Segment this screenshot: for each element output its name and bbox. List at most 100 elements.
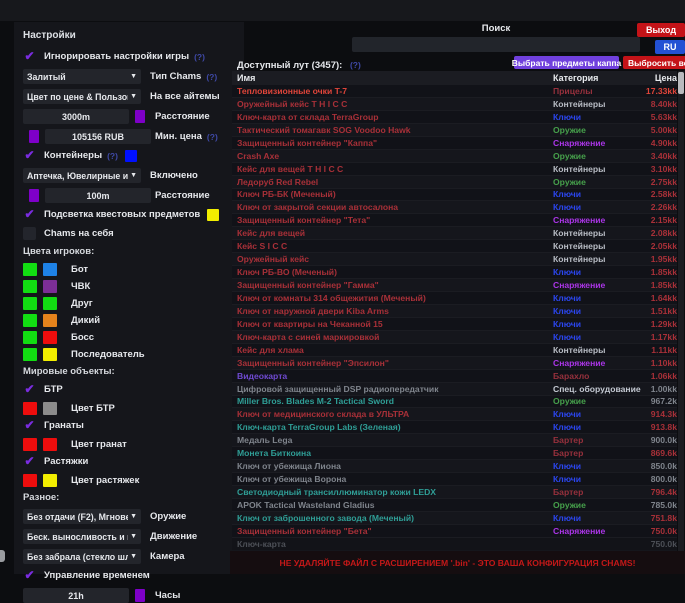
chevron-down-icon: ▼ [130, 73, 137, 80]
green-color-swatch[interactable] [23, 263, 37, 276]
table-row[interactable]: Ключ-карта от склада TerraGroupКлючи5.63… [232, 111, 677, 124]
red-color-swatch[interactable] [23, 474, 37, 487]
dropdown[interactable]: Без отдачи (F2), Мгновенное п▼ [23, 509, 141, 524]
table-row[interactable]: Ключ РБ-ВО (Меченый)Ключи1.85kk [232, 266, 677, 279]
table-row[interactable]: Ключ-карта750.0k [232, 538, 677, 551]
orange-color-swatch[interactable] [43, 314, 57, 327]
pmcpurple-color-swatch[interactable] [43, 280, 57, 293]
setting-label: Бот [71, 264, 88, 275]
item-category: Ключи [553, 202, 625, 212]
table-row[interactable]: Кейс для хламаКонтейнеры1.11kk [232, 344, 677, 357]
dropdown[interactable]: Залитый▼ [23, 69, 141, 84]
drop-all-button[interactable]: Выбросить все [623, 56, 685, 69]
text-input[interactable]: 21h [23, 588, 129, 603]
dropdown[interactable]: Беск. выносливость и нет уста▼ [23, 529, 141, 544]
scrollbar[interactable] [678, 71, 684, 551]
table-row[interactable]: Защищенный контейнер "Бета"Снаряжение750… [232, 525, 677, 538]
table-row[interactable]: Ключ от наружной двери Kiba ArmsКлючи1.5… [232, 305, 677, 318]
table-row[interactable]: Медаль LegaБартер900.0k [232, 434, 677, 447]
column-name[interactable]: Имя [232, 73, 553, 83]
table-row[interactable]: Защищенный контейнер "Эпсилон"Снаряжение… [232, 357, 677, 370]
column-category[interactable]: Категория [553, 73, 625, 83]
exit-button[interactable]: Выход [637, 23, 685, 37]
table-row[interactable]: Ключ от медицинского склада в УЛЬТРАКлюч… [232, 408, 677, 421]
purple-color-swatch[interactable] [29, 189, 39, 202]
table-row[interactable]: Ключ от убежища ЛионаКлючи850.0k [232, 460, 677, 473]
loot-rows-container: Тепловизионные очки T-7Прицелы17.33kkОру… [232, 85, 677, 551]
dropdown[interactable]: Аптечка, Ювелирные и...▼ [23, 168, 141, 183]
table-row[interactable]: Защищенный контейнер "Каппа"Снаряжение4.… [232, 137, 677, 150]
table-row[interactable]: ВидеокартаБарахло1.06kk [232, 370, 677, 383]
table-row[interactable]: Кейс для вещей T H I C CКонтейнеры3.10kk [232, 163, 677, 176]
green-color-swatch[interactable] [23, 280, 37, 293]
purple-color-swatch[interactable] [135, 110, 145, 123]
table-row[interactable]: Crash AxeОружие3.40kk [232, 150, 677, 163]
help-icon[interactable]: (?) [107, 151, 118, 161]
text-input[interactable]: 3000m [23, 109, 129, 124]
table-row[interactable]: Тактический томагавк SOG Voodoo HawkОруж… [232, 124, 677, 137]
green-color-swatch[interactable] [23, 297, 37, 310]
table-row[interactable]: Ледоруб Red RebelОружие2.75kk [232, 176, 677, 189]
table-row[interactable]: Ключ от заброшенного завода (Меченый)Клю… [232, 512, 677, 525]
table-row[interactable]: Тепловизионные очки T-7Прицелы17.33kk [232, 85, 677, 98]
green-color-swatch[interactable] [23, 314, 37, 327]
table-row[interactable]: Оружейный кейс T H I C CКонтейнеры8.40kk [232, 98, 677, 111]
green-color-swatch[interactable] [23, 348, 37, 361]
table-row[interactable]: Монета БиткоинаБартер869.6k [232, 447, 677, 460]
table-row[interactable]: Светодиодный трансиллюминатор кожи LEDXБ… [232, 486, 677, 499]
purple-color-swatch[interactable] [29, 130, 39, 143]
checkbox-checked[interactable]: ✔ [23, 419, 36, 432]
help-icon[interactable]: (?) [207, 132, 218, 142]
dropdown-value: Аптечка, Ювелирные и... [27, 171, 128, 181]
table-row[interactable]: Ключ от закрытой секции автосалонаКлючи2… [232, 201, 677, 214]
gray-color-swatch[interactable] [43, 402, 57, 415]
table-row[interactable]: Miller Bros. Blades M-2 Tactical SwordОр… [232, 396, 677, 409]
checkbox-checked[interactable]: ✔ [23, 149, 36, 162]
red-color-swatch[interactable] [43, 438, 57, 451]
table-row[interactable]: Кейс S I C CКонтейнеры2.05kk [232, 240, 677, 253]
item-category: Ключи [553, 409, 625, 419]
table-row[interactable]: Защищенный контейнер "Гамма"Снаряжение1.… [232, 279, 677, 292]
text-input[interactable]: 100m [45, 188, 151, 203]
table-row[interactable]: Ключ РБ-БК (Меченый)Ключи2.58kk [232, 189, 677, 202]
blue-color-swatch[interactable] [125, 150, 137, 162]
table-row[interactable]: Ключ от комнаты 314 общежития (Меченый)К… [232, 292, 677, 305]
yellow-color-swatch[interactable] [207, 209, 219, 221]
checkbox-checked[interactable]: ✔ [23, 569, 36, 582]
table-row[interactable]: Ключ от квартиры на Чеканной 15Ключи1.29… [232, 318, 677, 331]
column-price[interactable]: Цена [625, 73, 677, 83]
green-color-swatch[interactable] [23, 331, 37, 344]
help-icon[interactable]: (?) [350, 60, 361, 70]
item-price: 1.17kk [625, 332, 677, 342]
checkbox-checked[interactable]: ✔ [23, 455, 36, 468]
checkbox-checked[interactable]: ✔ [23, 208, 36, 221]
yellow-color-swatch[interactable] [43, 348, 57, 361]
table-row[interactable]: APOK Tactical Wasteland GladiusОружие785… [232, 499, 677, 512]
table-row[interactable]: Защищенный контейнер "Тета"Снаряжение2.1… [232, 214, 677, 227]
dropdown[interactable]: Без забрала (стекло шлема)▼ [23, 549, 141, 564]
red-color-swatch[interactable] [23, 402, 37, 415]
botblue-color-swatch[interactable] [43, 263, 57, 276]
table-row[interactable]: Ключ-карта TerraGroup Labs (Зеленая)Ключ… [232, 421, 677, 434]
table-row[interactable]: Кейс для вещейКонтейнеры2.08kk [232, 227, 677, 240]
help-icon[interactable]: (?) [194, 52, 205, 62]
table-row[interactable]: Ключ от убежища ВоронаКлючи800.0k [232, 473, 677, 486]
help-icon[interactable]: (?) [206, 72, 217, 82]
dropdown[interactable]: Цвет по цене & Пользователь▼ [23, 89, 141, 104]
language-button[interactable]: RU [655, 40, 685, 54]
red-color-swatch[interactable] [43, 331, 57, 344]
scrollbar-thumb[interactable] [678, 72, 684, 94]
search-input[interactable] [352, 37, 640, 52]
yellow-color-swatch[interactable] [43, 474, 57, 487]
green-color-swatch[interactable] [43, 297, 57, 310]
table-row[interactable]: Цифровой защищенный DSP радиопередатчикС… [232, 383, 677, 396]
table-row[interactable]: Ключ-карта с синей маркировкойКлючи1.17k… [232, 331, 677, 344]
select-kappa-items-button[interactable]: Выбрать предметы каппа [514, 56, 619, 69]
table-row[interactable]: Оружейный кейсКонтейнеры1.95kk [232, 253, 677, 266]
checkbox-checked[interactable]: ✔ [23, 50, 36, 63]
text-input[interactable]: 105156 RUB [45, 129, 151, 144]
red-color-swatch[interactable] [23, 438, 37, 451]
checkbox-checked[interactable]: ✔ [23, 383, 36, 396]
purple-color-swatch[interactable] [135, 589, 145, 602]
checkbox-unchecked[interactable] [23, 227, 36, 240]
